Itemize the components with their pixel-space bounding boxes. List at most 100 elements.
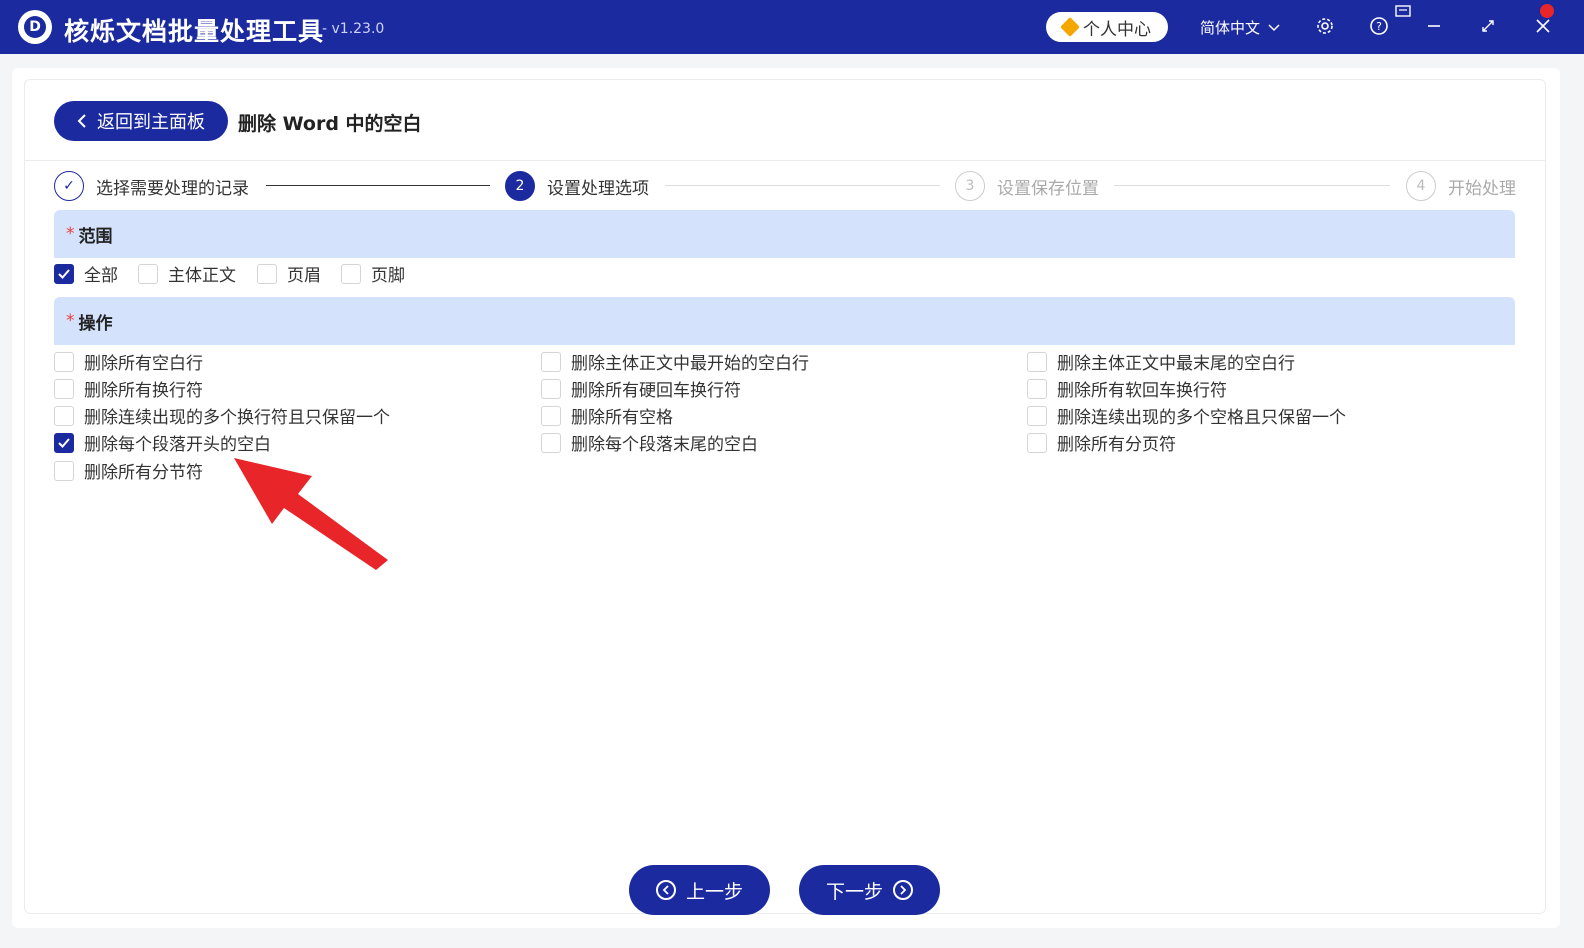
step-2-number: 2: [505, 171, 535, 201]
checkbox[interactable]: [1027, 351, 1047, 372]
checkbox-label: 删除主体正文中最末尾的空白行: [1057, 354, 1295, 374]
checkbox[interactable]: [54, 405, 74, 426]
next-step-label: 下一步: [825, 880, 883, 903]
back-to-dashboard-button[interactable]: 返回到主面板: [54, 101, 228, 141]
title-bar: D 核烁文档批量处理工具 - v1.23.0 个人中心 简体中文 ?: [0, 0, 1584, 54]
checkbox[interactable]: [541, 432, 561, 453]
checkbox-label: 删除主体正文中最开始的空白行: [571, 354, 809, 374]
operation-option[interactable]: 删除所有空白行: [54, 349, 203, 374]
step-1: ✓ 选择需要处理的记录: [54, 171, 249, 201]
checkbox[interactable]: [257, 263, 277, 284]
operation-option[interactable]: 删除所有分页符: [1027, 430, 1176, 455]
checkmark-icon: [58, 437, 70, 448]
checkbox[interactable]: [1027, 405, 1047, 426]
maximize-icon[interactable]: [1476, 14, 1500, 38]
operation-option[interactable]: 删除所有空格: [541, 403, 673, 428]
checkbox-label: 删除所有硬回车换行符: [571, 381, 741, 401]
scope-title: 范围: [78, 226, 113, 247]
checkbox-label: 删除所有空白行: [84, 354, 203, 374]
checkbox-label: 删除所有软回车换行符: [1057, 381, 1227, 401]
svg-text:?: ?: [1376, 20, 1382, 33]
page-title: 删除 Word 中的空白: [238, 113, 422, 135]
checkbox[interactable]: [1027, 432, 1047, 453]
app-version: - v1.23.0: [322, 21, 385, 37]
step-3: 3 设置保存位置: [955, 171, 1099, 201]
user-center-button[interactable]: 个人中心: [1046, 12, 1168, 42]
checkbox[interactable]: [54, 460, 74, 481]
step-1-check-icon: ✓: [54, 171, 84, 201]
minimize-icon[interactable]: [1422, 14, 1446, 38]
help-icon[interactable]: ?: [1367, 14, 1391, 38]
vip-diamond-icon: [1060, 17, 1080, 37]
header-divider: [25, 160, 1545, 161]
scope-option-body[interactable]: 主体正文: [138, 261, 236, 286]
next-step-button[interactable]: 下一步: [799, 865, 940, 915]
language-select[interactable]: 简体中文: [1200, 17, 1280, 38]
operation-option[interactable]: 删除每个段落末尾的空白: [541, 430, 758, 455]
prev-step-button[interactable]: 上一步: [629, 865, 770, 915]
checkbox[interactable]: [54, 432, 74, 453]
close-icon[interactable]: [1531, 14, 1555, 38]
step-connector: [665, 185, 940, 186]
app-title: 核烁文档批量处理工具: [64, 17, 325, 46]
arrow-left-circle-icon: [655, 880, 676, 900]
language-label: 简体中文: [1200, 19, 1261, 37]
operation-option[interactable]: 删除主体正文中最开始的空白行: [541, 349, 809, 374]
checkbox[interactable]: [341, 263, 361, 284]
operation-option[interactable]: 删除所有硬回车换行符: [541, 376, 741, 401]
message-icon[interactable]: [1394, 4, 1412, 18]
checkbox-label: 删除所有空格: [571, 408, 673, 428]
checkbox[interactable]: [54, 378, 74, 399]
checkbox[interactable]: [541, 378, 561, 399]
operation-option[interactable]: 删除连续出现的多个空格且只保留一个: [1027, 403, 1346, 428]
checkbox-label: 删除连续出现的多个空格且只保留一个: [1057, 408, 1346, 428]
checkbox[interactable]: [1027, 378, 1047, 399]
checkbox[interactable]: [541, 351, 561, 372]
chevron-down-icon: [1268, 23, 1280, 31]
checkbox-label: 删除所有分页符: [1057, 435, 1176, 455]
step-3-label: 设置保存位置: [997, 178, 1099, 199]
required-mark: *: [66, 311, 75, 331]
gear-icon[interactable]: [1313, 14, 1337, 38]
scope-option-all[interactable]: 全部: [54, 261, 118, 286]
operation-option[interactable]: 删除所有分节符: [54, 458, 203, 483]
checkbox-label: 删除所有换行符: [84, 381, 203, 401]
checkbox-label: 页脚: [371, 266, 405, 286]
checkbox[interactable]: [541, 405, 561, 426]
checkbox-label: 删除每个段落末尾的空白: [571, 435, 758, 455]
checkbox-label: 页眉: [287, 266, 321, 286]
annotation-arrow-icon: [234, 458, 388, 570]
required-mark: *: [66, 224, 75, 244]
step-4-number: 4: [1406, 171, 1436, 201]
operations-title: 操作: [78, 313, 113, 334]
back-button-label: 返回到主面板: [97, 112, 205, 133]
step-2-label: 设置处理选项: [547, 178, 649, 199]
step-4-label: 开始处理: [1448, 178, 1516, 199]
checkbox-label: 全部: [84, 266, 118, 286]
notification-badge-icon: [1540, 4, 1554, 18]
scope-section-header: * 范围: [54, 210, 1515, 258]
checkbox[interactable]: [54, 351, 74, 372]
scope-option-footer[interactable]: 页脚: [341, 261, 405, 286]
checkmark-icon: [58, 268, 70, 279]
step-connector: [266, 185, 490, 186]
prev-step-label: 上一步: [685, 880, 743, 903]
user-center-label: 个人中心: [1083, 19, 1151, 40]
step-1-label: 选择需要处理的记录: [96, 178, 249, 199]
operation-option[interactable]: 删除连续出现的多个换行符且只保留一个: [54, 403, 390, 428]
step-4: 4 开始处理: [1406, 171, 1516, 201]
operations-section-header: * 操作: [54, 297, 1515, 345]
operation-option[interactable]: 删除所有换行符: [54, 376, 203, 401]
arrow-right-circle-icon: [893, 880, 913, 900]
step-2: 2 设置处理选项: [505, 171, 649, 201]
scope-option-header[interactable]: 页眉: [257, 261, 321, 286]
step-3-number: 3: [955, 171, 985, 201]
checkbox[interactable]: [138, 263, 158, 284]
checkbox-label: 删除连续出现的多个换行符且只保留一个: [84, 408, 390, 428]
app-logo: D: [18, 10, 52, 44]
operation-option[interactable]: 删除所有软回车换行符: [1027, 376, 1227, 401]
operation-option[interactable]: 删除主体正文中最末尾的空白行: [1027, 349, 1295, 374]
step-connector: [1114, 185, 1390, 186]
checkbox[interactable]: [54, 263, 74, 284]
checkbox-label: 主体正文: [168, 266, 236, 286]
